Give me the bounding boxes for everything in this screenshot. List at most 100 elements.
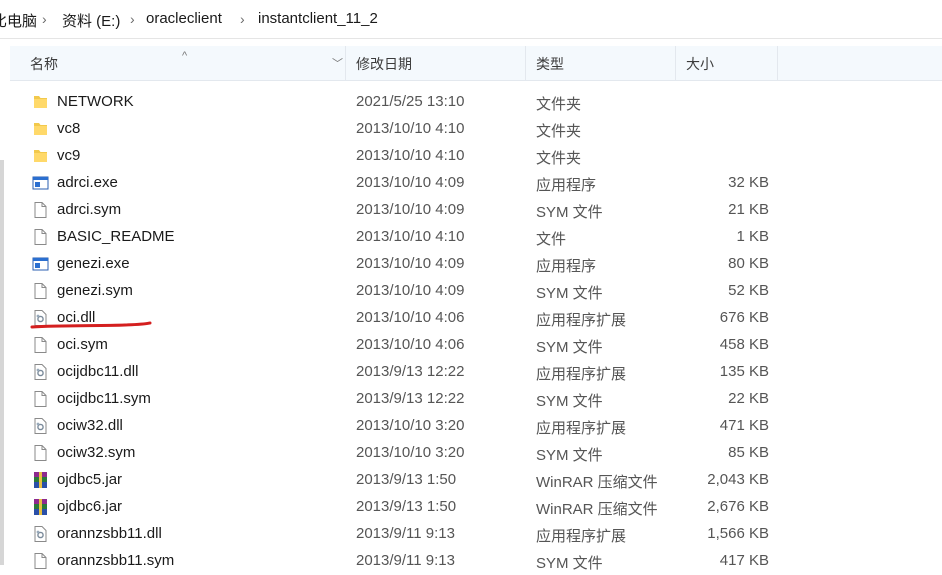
file-row[interactable]: BASIC_README 2013/10/10 4:10 文件 1 KB — [10, 223, 810, 250]
folder-icon — [32, 93, 49, 111]
file-size: 135 KB — [719, 363, 769, 380]
file-type: 文件夹 — [536, 150, 582, 167]
file-date-modified: 2013/9/13 12:22 — [356, 390, 465, 407]
column-header-size-label: 大小 — [686, 56, 714, 72]
column-header-date-label: 修改日期 — [356, 56, 412, 72]
chevron-right-icon: › — [42, 11, 47, 27]
file-date-modified: 2013/10/10 4:09 — [356, 282, 465, 299]
file-date-modified: 2013/10/10 4:10 — [356, 228, 465, 245]
file-row[interactable]: ojdbc6.jar 2013/9/13 1:50 WinRAR 压缩文件 2,676… — [10, 493, 810, 520]
file-date-modified: 2013/10/10 3:20 — [356, 444, 465, 461]
dll-icon — [32, 417, 49, 435]
chevron-right-icon: › — [240, 11, 245, 27]
file-row[interactable]: adrci.exe 2013/10/10 4:09 应用程序 32 KB — [10, 169, 810, 196]
file-size: 32 KB — [728, 174, 769, 191]
file-icon — [32, 336, 49, 354]
file-type: 文件夹 — [536, 96, 582, 113]
chevron-down-icon[interactable]: ﹀ — [332, 46, 343, 82]
file-date-modified: 2013/10/10 4:09 — [356, 201, 465, 218]
file-row[interactable]: ojdbc5.jar 2013/9/13 1:50 WinRAR 压缩文件 2,043… — [10, 466, 810, 493]
file-type: 应用程序扩展 — [536, 528, 627, 545]
file-icon — [32, 552, 49, 570]
column-header-type-label: 类型 — [536, 56, 564, 72]
file-row[interactable]: ocijdbc11.dll 2013/9/13 12:22 应用程序扩展 135 KB — [10, 358, 810, 385]
file-date-modified: 2013/9/13 12:22 — [356, 363, 465, 380]
file-date-modified: 2013/10/10 4:10 — [356, 147, 465, 164]
file-date-modified: 2013/10/10 4:06 — [356, 309, 465, 326]
breadcrumb-item-drive[interactable]: 资料 (E:) — [62, 10, 120, 31]
file-row[interactable]: ociw32.dll 2013/10/10 3:20 应用程序扩展 471 KB — [10, 412, 810, 439]
file-date-modified: 2013/10/10 4:09 — [356, 174, 465, 191]
file-size: 22 KB — [728, 390, 769, 407]
file-date-modified: 2013/10/10 4:10 — [356, 120, 465, 137]
file-type: SYM 文件 — [536, 339, 603, 356]
file-name: BASIC_README — [57, 228, 175, 245]
file-name: genezi.exe — [57, 255, 130, 272]
dll-icon — [32, 525, 49, 543]
folder-icon — [32, 147, 49, 165]
file-row[interactable]: ociw32.sym 2013/10/10 3:20 SYM 文件 85 KB — [10, 439, 810, 466]
file-name: orannzsbb11.dll — [57, 525, 162, 542]
file-name: ojdbc6.jar — [57, 498, 123, 515]
file-row[interactable]: vc9 2013/10/10 4:10 文件夹 — [10, 142, 810, 169]
file-date-modified: 2013/10/10 4:09 — [356, 255, 465, 272]
column-header-date[interactable]: 修改日期 — [346, 46, 526, 80]
file-type: WinRAR 压缩文件 — [536, 474, 658, 491]
file-row[interactable]: adrci.sym 2013/10/10 4:09 SYM 文件 21 KB — [10, 196, 810, 223]
file-type: 应用程序扩展 — [536, 366, 627, 383]
file-type: 应用程序扩展 — [536, 312, 627, 329]
file-row[interactable]: oci.sym 2013/10/10 4:06 SYM 文件 458 KB — [10, 331, 810, 358]
file-row[interactable]: ocijdbc11.sym 2013/9/13 12:22 SYM 文件 22 KB — [10, 385, 810, 412]
file-date-modified: 2013/10/10 4:06 — [356, 336, 465, 353]
file-type: SYM 文件 — [536, 204, 603, 221]
file-row[interactable]: orannzsbb11.dll 2013/9/11 9:13 应用程序扩展 1,566… — [10, 520, 810, 547]
file-name: ojdbc5.jar — [57, 471, 123, 488]
file-name: ociw32.sym — [57, 444, 136, 461]
file-date-modified: 2013/9/11 9:13 — [356, 552, 455, 569]
file-name: adrci.exe — [57, 174, 118, 191]
breadcrumb-item-this-pc[interactable]: 比电脑 — [0, 10, 37, 31]
file-size: 2,676 KB — [707, 498, 769, 515]
file-row[interactable]: orannzsbb11.sym 2013/9/11 9:13 SYM 文件 417 K… — [10, 547, 810, 574]
exe-icon — [32, 174, 49, 192]
file-size: 21 KB — [728, 201, 769, 218]
breadcrumb-item-oracleclient[interactable]: oracleclient — [146, 10, 222, 27]
column-header-type[interactable]: 类型 — [526, 46, 676, 80]
file-size: 80 KB — [728, 255, 769, 272]
column-header-name-label: 名称 — [30, 56, 58, 72]
file-type: 应用程序 — [536, 177, 597, 194]
file-row[interactable]: genezi.sym 2013/10/10 4:09 SYM 文件 52 KB — [10, 277, 810, 304]
winrar-icon — [32, 471, 49, 489]
exe-icon — [32, 255, 49, 273]
file-date-modified: 2013/9/13 1:50 — [356, 471, 457, 488]
column-header-size[interactable]: 大小 — [676, 46, 778, 80]
file-type: WinRAR 压缩文件 — [536, 501, 658, 518]
file-size: 676 KB — [719, 309, 769, 326]
sort-ascending-icon: ^ — [182, 50, 188, 62]
file-size: 417 KB — [719, 552, 769, 569]
file-type: SYM 文件 — [536, 393, 603, 410]
file-row[interactable]: vc8 2013/10/10 4:10 文件夹 — [10, 115, 810, 142]
winrar-icon — [32, 498, 49, 516]
red-underline-annotation — [30, 321, 152, 329]
file-name: orannzsbb11.sym — [57, 552, 175, 569]
breadcrumb-item-instantclient[interactable]: instantclient_11_2 — [258, 10, 378, 27]
file-row[interactable]: genezi.exe 2013/10/10 4:09 应用程序 80 KB — [10, 250, 810, 277]
file-name: vc8 — [57, 120, 81, 137]
file-size: 2,043 KB — [707, 471, 769, 488]
file-date-modified: 2013/9/13 1:50 — [356, 498, 457, 515]
file-type: SYM 文件 — [536, 447, 603, 464]
column-header-name[interactable]: 名称 ^ ﹀ — [10, 46, 346, 80]
file-size: 471 KB — [719, 417, 769, 434]
file-icon — [32, 228, 49, 246]
file-icon — [32, 282, 49, 300]
file-type: 文件夹 — [536, 123, 582, 140]
file-size: 1 KB — [736, 228, 769, 245]
file-name: ociw32.dll — [57, 417, 123, 434]
file-name: vc9 — [57, 147, 81, 164]
navigation-pane-edge — [0, 160, 4, 565]
file-size: 1,566 KB — [707, 525, 769, 542]
file-row[interactable]: NETWORK 2021/5/25 13:10 文件夹 — [10, 88, 810, 115]
file-icon — [32, 444, 49, 462]
file-date-modified: 2013/9/11 9:13 — [356, 525, 455, 542]
